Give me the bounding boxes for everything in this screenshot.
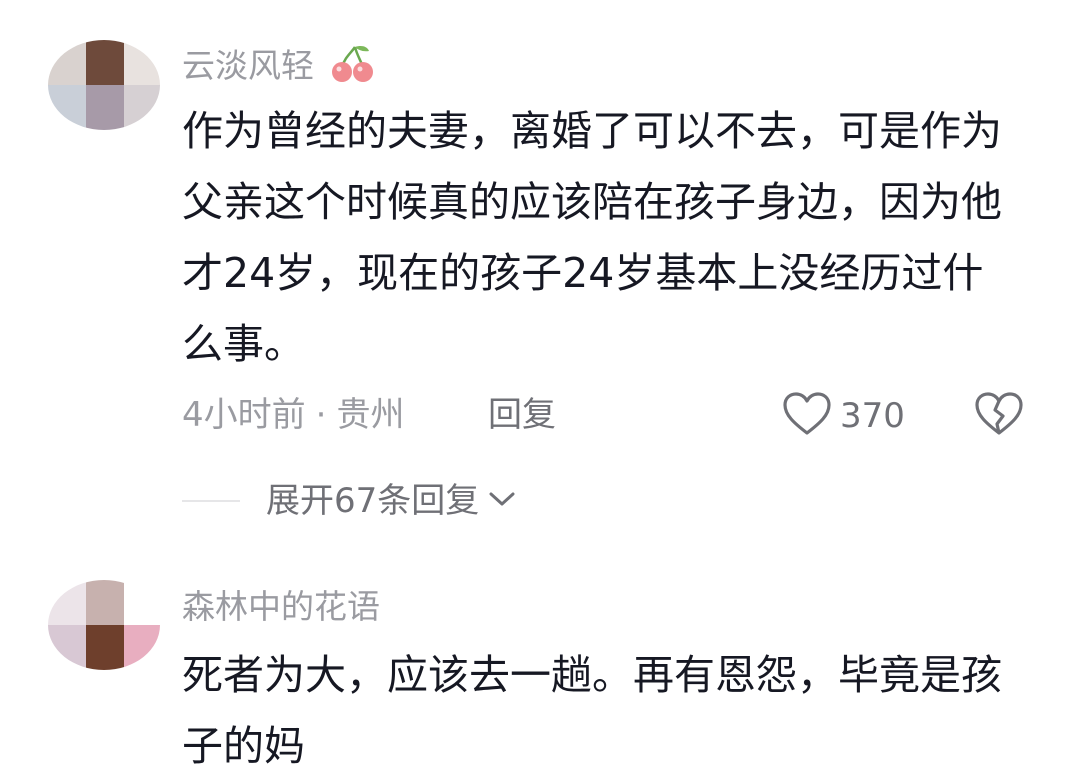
username-text: 森林中的花语 (182, 587, 380, 626)
comment-item: 森林中的花语 死者为大，应该去一趟。再有恩怨，毕竟是孩子的妈 (0, 540, 1080, 770)
broken-heart-icon (974, 392, 1024, 441)
expand-replies[interactable]: 展开67条回复 (182, 481, 517, 521)
like-count: 370 (840, 396, 905, 436)
reply-button[interactable]: 回复 (488, 395, 556, 435)
comment-text: 死者为大，应该去一趟。再有恩怨，毕竟是孩子的妈 (182, 651, 1002, 770)
comment-location: 贵州 (336, 395, 405, 435)
comment-meta: 4小时前 · 贵州 (182, 395, 404, 435)
expand-replies-label: 展开67条回复 (266, 481, 480, 521)
meta-separator: · (315, 395, 327, 435)
like-button[interactable]: 370 (782, 391, 905, 441)
avatar[interactable] (48, 580, 160, 670)
chevron-down-icon (487, 489, 517, 513)
username[interactable]: 云淡风轻 (182, 43, 377, 92)
comment-text: 作为曾经的夫妻，离婚了可以不去，可是作为父亲这个时候真的应该陪在孩子身边，因为他… (182, 107, 1002, 368)
comment-time: 4小时前 (182, 395, 306, 435)
dislike-button[interactable] (974, 391, 1024, 441)
username-text: 云淡风轻 (182, 46, 314, 85)
cherry-icon (329, 43, 377, 92)
expand-divider (182, 500, 240, 502)
comment-item: 云淡风轻 作为曾经的夫妻，离婚了可以不去，可是作为父亲这个时候真的应该陪在孩子身… (0, 0, 1080, 540)
username[interactable]: 森林中的花语 (182, 587, 380, 627)
heart-icon (782, 391, 832, 441)
avatar[interactable] (48, 40, 160, 130)
